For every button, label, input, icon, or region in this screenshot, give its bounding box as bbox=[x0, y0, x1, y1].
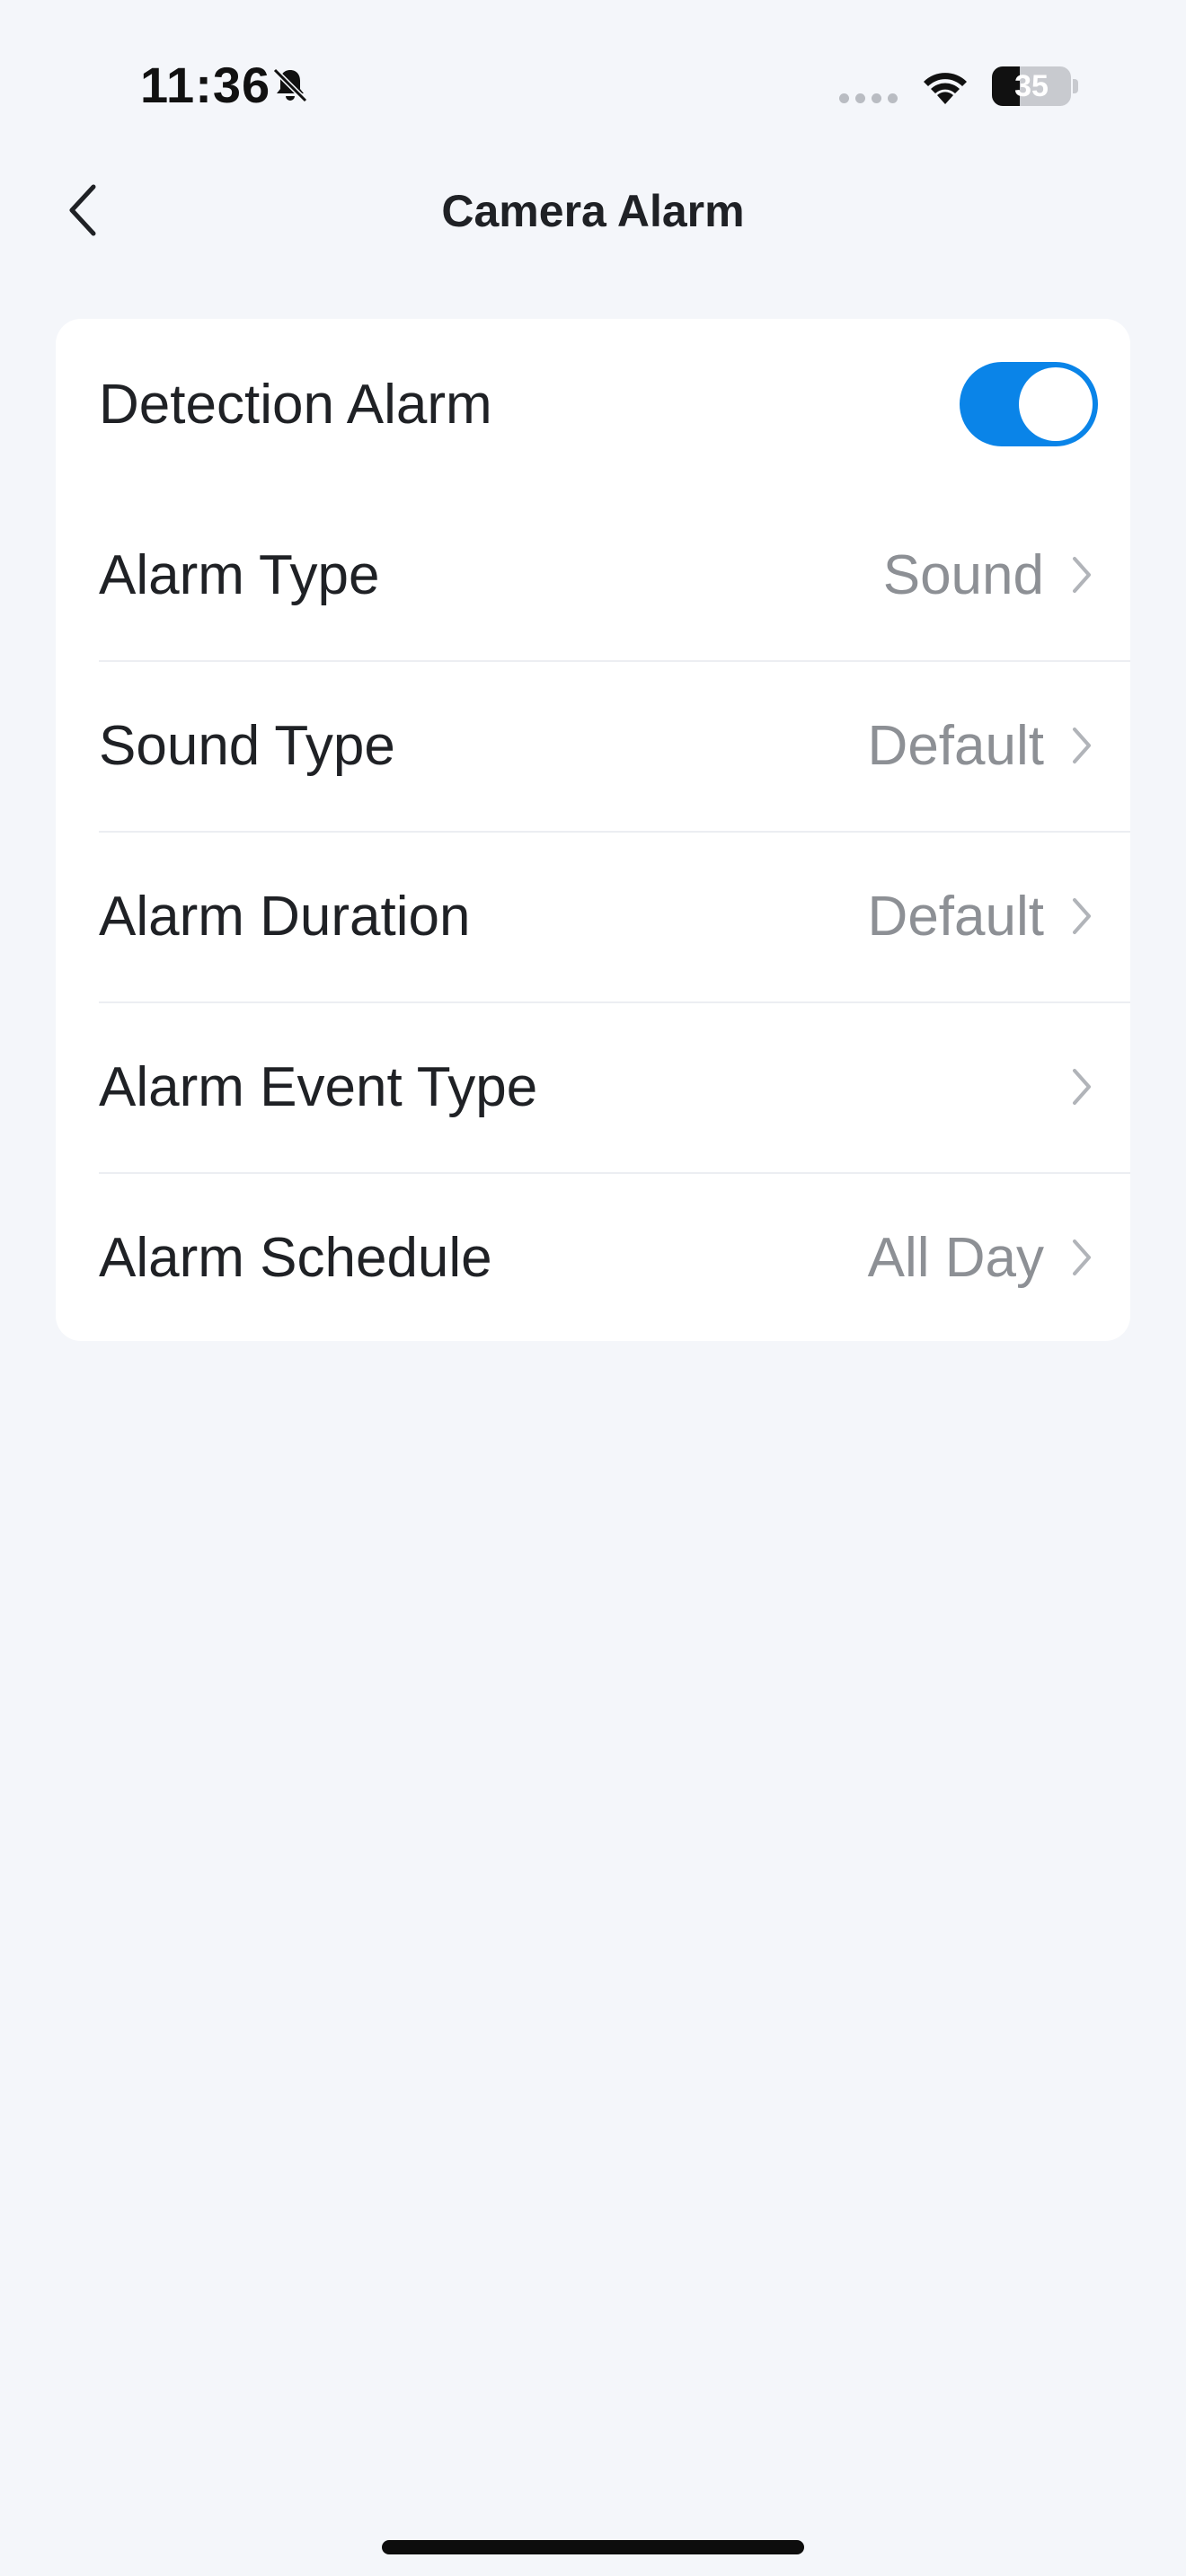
chevron-right-icon bbox=[1066, 551, 1098, 598]
alarm-type-value: Sound bbox=[882, 543, 1044, 606]
alarm-schedule-row[interactable]: Alarm Schedule All Day bbox=[56, 1172, 1130, 1341]
alarm-duration-value: Default bbox=[867, 885, 1044, 948]
wifi-icon bbox=[918, 65, 972, 106]
settings-card: Detection Alarm Alarm Type Sound Sound T… bbox=[56, 319, 1130, 1341]
chevron-right-icon bbox=[1066, 722, 1098, 769]
alarm-duration-label: Alarm Duration bbox=[99, 885, 471, 948]
status-time: 11:36 bbox=[140, 57, 271, 113]
sound-type-row[interactable]: Sound Type Default bbox=[56, 660, 1130, 831]
nav-bar: Camera Alarm bbox=[0, 171, 1186, 251]
divider bbox=[99, 1172, 1130, 1174]
sound-type-value: Default bbox=[867, 714, 1044, 777]
signal-dots-icon bbox=[839, 93, 898, 103]
alarm-schedule-value: All Day bbox=[867, 1226, 1044, 1289]
alarm-type-row[interactable]: Alarm Type Sound bbox=[56, 490, 1130, 660]
detection-alarm-toggle[interactable] bbox=[960, 362, 1098, 446]
toggle-knob bbox=[1019, 367, 1093, 441]
divider bbox=[99, 660, 1130, 662]
status-bar: 11:36 35 bbox=[0, 0, 1186, 171]
alarm-duration-row[interactable]: Alarm Duration Default bbox=[56, 831, 1130, 1001]
chevron-right-icon bbox=[1066, 1063, 1098, 1110]
alarm-event-type-label: Alarm Event Type bbox=[99, 1055, 538, 1118]
alarm-type-label: Alarm Type bbox=[99, 543, 380, 606]
battery-cap bbox=[1073, 79, 1078, 93]
battery-icon: 35 bbox=[992, 66, 1071, 106]
sound-type-label: Sound Type bbox=[99, 714, 395, 777]
bell-slash-icon bbox=[270, 65, 311, 106]
detection-alarm-label: Detection Alarm bbox=[99, 373, 492, 436]
divider bbox=[99, 1001, 1130, 1003]
alarm-schedule-label: Alarm Schedule bbox=[99, 1226, 492, 1289]
chevron-right-icon bbox=[1066, 893, 1098, 940]
home-indicator[interactable] bbox=[382, 2540, 804, 2554]
battery-level: 35 bbox=[1014, 69, 1049, 103]
divider bbox=[99, 831, 1130, 833]
detection-alarm-row: Detection Alarm bbox=[56, 319, 1130, 490]
alarm-event-type-row[interactable]: Alarm Event Type bbox=[56, 1001, 1130, 1172]
chevron-right-icon bbox=[1066, 1234, 1098, 1281]
page-title: Camera Alarm bbox=[441, 186, 745, 236]
